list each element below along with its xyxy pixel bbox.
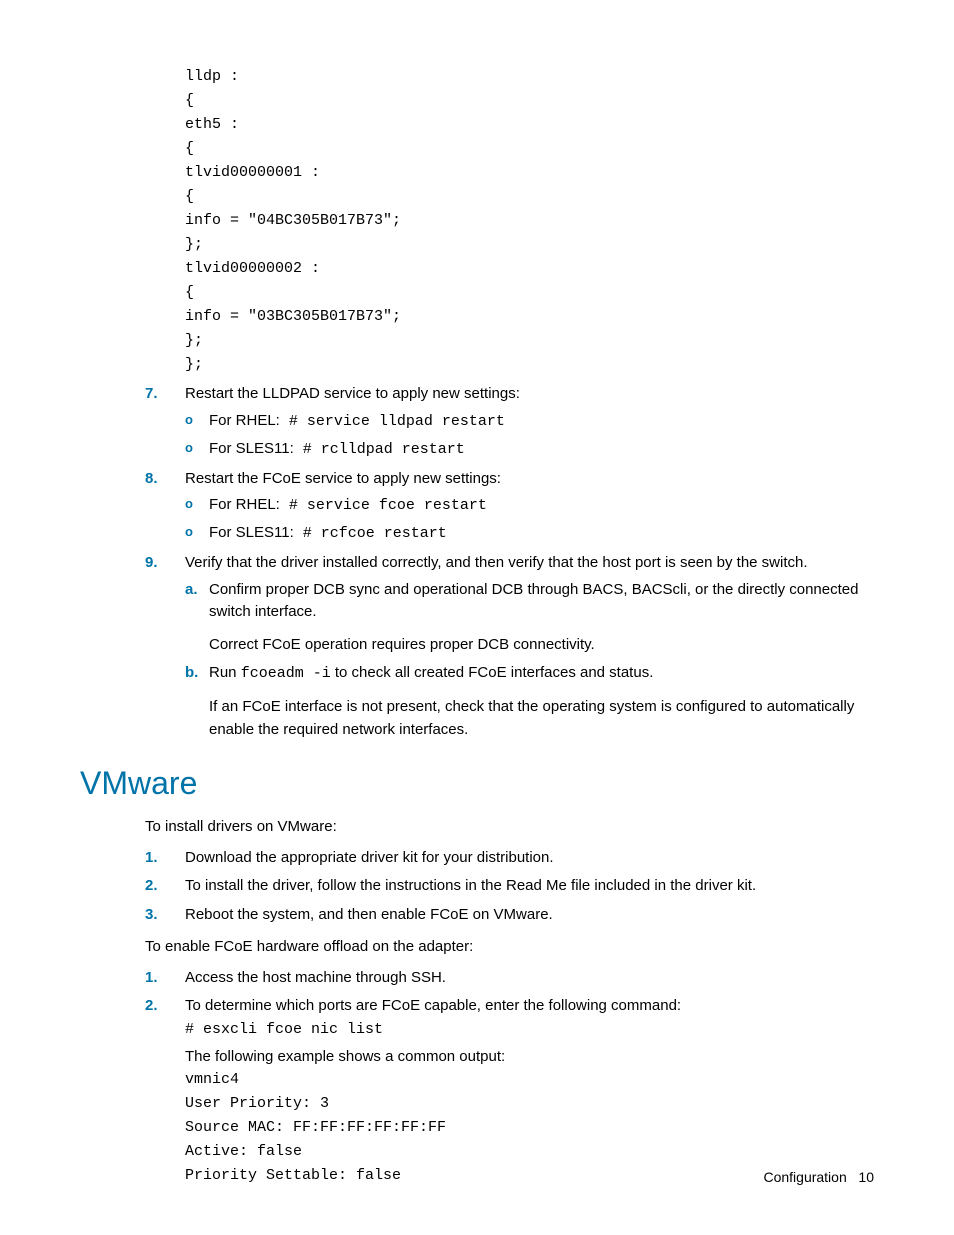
alpha-marker: a. (185, 579, 198, 602)
step-number: 1. (145, 847, 175, 870)
inline-code: fcoeadm -i (241, 665, 331, 682)
code-line: }; (185, 329, 874, 353)
list-item: 2. To determine which ports are FCoE cap… (145, 995, 874, 1188)
sub-cmd: # service fcoe restart (280, 497, 487, 514)
sub-label: For RHEL: (209, 412, 280, 429)
step-text: Reboot the system, and then enable FCoE … (185, 906, 553, 923)
step-8: 8. Restart the FCoE service to apply new… (145, 468, 874, 547)
output-line: vmnic4 (185, 1068, 874, 1092)
list-item: 3. Reboot the system, and then enable FCo… (145, 904, 874, 927)
vmware-install-list: 1. Download the appropriate driver kit fo… (145, 847, 874, 927)
step-text: Restart the LLDPAD service to apply new … (185, 385, 520, 402)
step-9: 9. Verify that the driver installed corr… (145, 552, 874, 741)
section-heading-vmware: VMware (80, 765, 874, 802)
command-line: # esxcli fcoe nic list (185, 1018, 874, 1042)
code-line: { (185, 137, 874, 161)
text-fragment: Run (209, 664, 241, 681)
sub-item: For RHEL: # service lldpad restart (185, 410, 874, 434)
code-line: tlvid00000001 : (185, 161, 874, 185)
alpha-marker: b. (185, 662, 198, 685)
sub-line: Confirm proper DCB sync and operational … (209, 579, 874, 624)
sub-item: For RHEL: # service fcoe restart (185, 494, 874, 518)
code-line: { (185, 281, 874, 305)
code-line: { (185, 89, 874, 113)
step-8-sublist: For RHEL: # service fcoe restart For SLE… (185, 494, 874, 546)
vmware-intro-2: To enable FCoE hardware offload on the a… (145, 936, 874, 959)
sub-line: Correct FCoE operation requires proper D… (209, 634, 874, 657)
step-number: 3. (145, 904, 175, 927)
footer-page-number: 10 (858, 1169, 874, 1185)
step-7-sublist: For RHEL: # service lldpad restart For S… (185, 410, 874, 462)
code-line: { (185, 185, 874, 209)
list-item: 2. To install the driver, follow the inst… (145, 875, 874, 898)
step-text: To install the driver, follow the instru… (185, 877, 756, 894)
vmware-intro-1: To install drivers on VMware: (145, 816, 874, 839)
sub-item-b: b. Run fcoeadm -i to check all created F… (185, 662, 874, 741)
step-text: To determine which ports are FCoE capabl… (185, 995, 874, 1018)
step-text: Restart the FCoE service to apply new se… (185, 470, 501, 487)
output-line: Active: false (185, 1140, 874, 1164)
step-9-sublist: a. Confirm proper DCB sync and operation… (185, 579, 874, 742)
footer-section: Configuration (763, 1169, 846, 1185)
steps-list-top: 7. Restart the LLDPAD service to apply n… (145, 383, 874, 741)
sub-label: For RHEL: (209, 496, 280, 513)
step-text: Access the host machine through SSH. (185, 969, 446, 986)
step-number: 2. (145, 995, 175, 1018)
vmware-body: To install drivers on VMware: 1. Download… (145, 816, 874, 1188)
output-line: Source MAC: FF:FF:FF:FF:FF:FF (185, 1116, 874, 1140)
step-number: 2. (145, 875, 175, 898)
list-item: 1. Download the appropriate driver kit fo… (145, 847, 874, 870)
step-7: 7. Restart the LLDPAD service to apply n… (145, 383, 874, 462)
code-line: tlvid00000002 : (185, 257, 874, 281)
code-line: eth5 : (185, 113, 874, 137)
step-text: Download the appropriate driver kit for … (185, 849, 554, 866)
step-number: 8. (145, 468, 175, 491)
code-line: }; (185, 233, 874, 257)
sub-label: For SLES11: (209, 524, 294, 541)
sub-cmd: # rclldpad restart (294, 441, 465, 458)
sub-item-a: a. Confirm proper DCB sync and operation… (185, 579, 874, 657)
code-line: }; (185, 353, 874, 377)
output-line: User Priority: 3 (185, 1092, 874, 1116)
page-footer: Configuration 10 (763, 1169, 874, 1185)
step-number: 1. (145, 967, 175, 990)
code-block-lldp: lldp : { eth5 : { tlvid00000001 : { info… (185, 65, 874, 377)
sub-cmd: # rcfcoe restart (294, 525, 447, 542)
code-line: lldp : (185, 65, 874, 89)
vmware-enable-list: 1. Access the host machine through SSH. 2… (145, 967, 874, 1189)
step-number: 9. (145, 552, 175, 575)
sub-label: For SLES11: (209, 440, 294, 457)
text-fragment: to check all created FCoE interfaces and… (331, 664, 654, 681)
step-number: 7. (145, 383, 175, 406)
sub-item: For SLES11: # rcfcoe restart (185, 522, 874, 546)
sub-line: If an FCoE interface is not present, che… (209, 696, 874, 741)
code-line: info = "04BC305B017B73"; (185, 209, 874, 233)
code-line: info = "03BC305B017B73"; (185, 305, 874, 329)
sub-item: For SLES11: # rclldpad restart (185, 438, 874, 462)
list-item: 1. Access the host machine through SSH. (145, 967, 874, 990)
page-container: lldp : { eth5 : { tlvid00000001 : { info… (0, 0, 954, 1235)
sub-cmd: # service lldpad restart (280, 413, 505, 430)
example-intro: The following example shows a common out… (185, 1046, 874, 1069)
sub-line: Run fcoeadm -i to check all created FCoE… (209, 662, 874, 686)
step-text: Verify that the driver installed correct… (185, 554, 808, 571)
